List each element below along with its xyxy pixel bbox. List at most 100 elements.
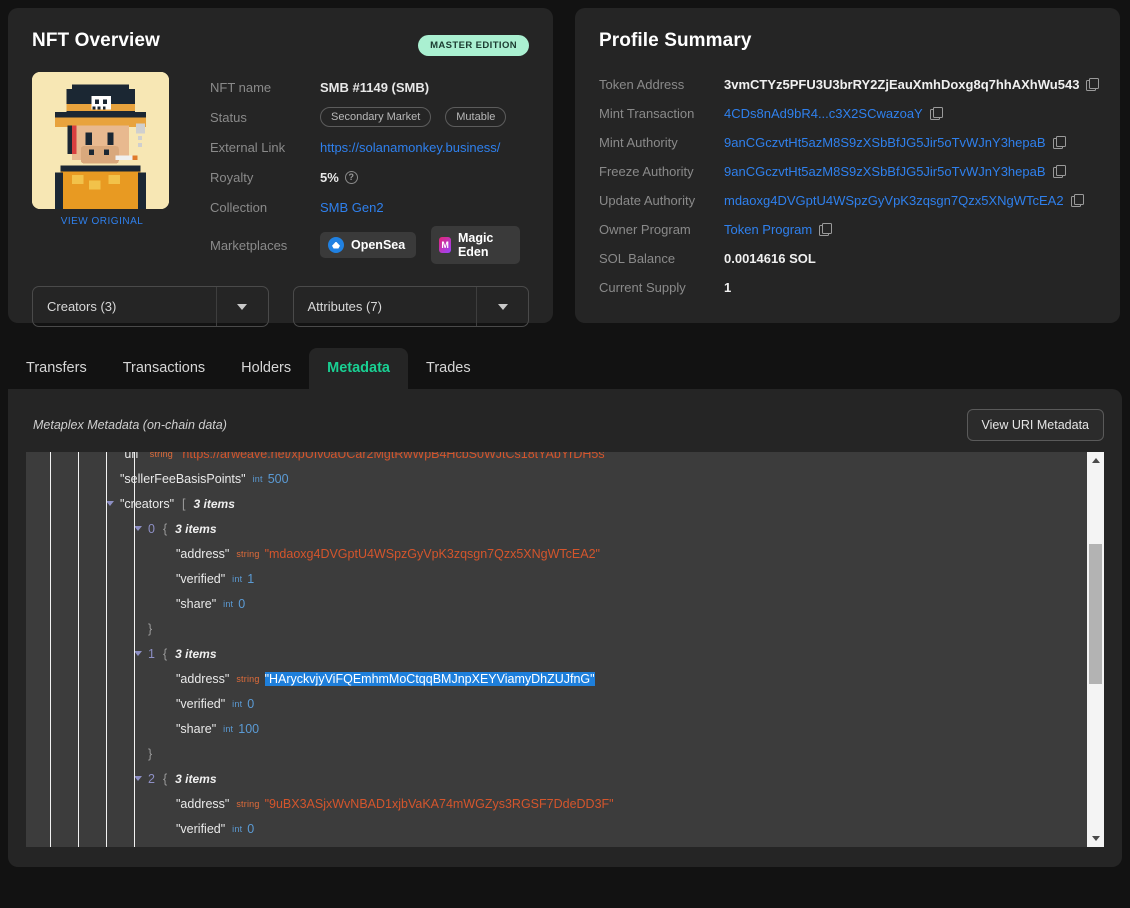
field-nft-name: NFT name SMB #1149 (SMB)	[210, 72, 529, 102]
json-key: "address"	[176, 672, 229, 686]
nft-detail-page: NFT Overview MASTER EDITION	[0, 0, 1130, 908]
nft-artwork-thumbnail[interactable]	[32, 72, 169, 209]
json-bracket: {	[163, 522, 167, 536]
nft-overview-card: NFT Overview MASTER EDITION	[8, 8, 553, 323]
profile-row-value[interactable]: 4CDs8nAd9bR4...c3X2SCwazoaY	[724, 106, 942, 121]
tab-metadata[interactable]: Metadata	[309, 348, 408, 389]
json-collapse-arrow-icon[interactable]	[134, 776, 142, 781]
profile-row-value[interactable]: Token Program	[724, 222, 831, 237]
scroll-down-button[interactable]	[1087, 830, 1104, 847]
value-external-link[interactable]: https://solanamonkey.business/	[320, 140, 500, 155]
json-array-index: 2	[148, 772, 155, 786]
json-value[interactable]: 0	[238, 597, 245, 611]
tab-transfers[interactable]: Transfers	[8, 348, 105, 389]
value-marketplaces: OpenSea Magic Eden	[320, 226, 529, 264]
json-key: "verified"	[176, 822, 225, 836]
profile-row-label: SOL Balance	[599, 251, 724, 266]
profile-row: Mint Authority9anCGczvtHt5azM8S9zXSbBfJG…	[599, 128, 1096, 157]
copy-icon[interactable]	[1053, 165, 1065, 178]
json-scrollbar[interactable]	[1087, 452, 1104, 847]
creators-dropdown-toggle[interactable]	[216, 287, 268, 326]
value-collection[interactable]: SMB Gen2	[320, 200, 384, 215]
json-item-count: 3 items	[194, 497, 235, 511]
json-value[interactable]: 0	[247, 697, 254, 711]
tab-trades[interactable]: Trades	[408, 348, 489, 389]
profile-row-value[interactable]: 9anCGczvtHt5azM8S9zXSbBfJG5Jir5oTvWJnY3h…	[724, 135, 1065, 150]
opensea-icon	[328, 237, 344, 253]
profile-row: Update Authoritymdaoxg4DVGptU4WSpzGyVpK3…	[599, 186, 1096, 215]
json-type-label: int	[223, 724, 233, 734]
profile-summary-title: Profile Summary	[599, 30, 1096, 52]
json-key: "share"	[176, 847, 216, 848]
json-line: "verified"int0	[26, 816, 1087, 841]
profile-summary-card: Profile Summary Token Address3vmCTYz5PFU…	[575, 8, 1120, 323]
profile-row-value[interactable]: 9anCGczvtHt5azM8S9zXSbBfJG5Jir5oTvWJnY3h…	[724, 164, 1065, 179]
json-bracket: {	[163, 772, 167, 786]
json-viewer: "uri"string"https://arweave.net/xpUIv0aU…	[26, 452, 1104, 847]
json-collapse-arrow-icon[interactable]	[106, 501, 114, 506]
detail-tabs: TransfersTransactionsHoldersMetadataTrad…	[0, 345, 1130, 389]
json-value[interactable]: 0	[247, 822, 254, 836]
label-marketplaces: Marketplaces	[210, 238, 320, 253]
attributes-dropdown[interactable]: Attributes (7)	[293, 286, 530, 327]
caret-up-icon	[1092, 458, 1100, 463]
json-value[interactable]: 0	[238, 847, 245, 848]
view-uri-metadata-button[interactable]: View URI Metadata	[967, 409, 1104, 441]
opensea-button[interactable]: OpenSea	[320, 232, 416, 258]
metadata-header: Metaplex Metadata (on-chain data) View U…	[26, 409, 1104, 441]
json-value[interactable]: 500	[268, 472, 289, 486]
profile-row-label: Mint Authority	[599, 135, 724, 150]
copy-icon[interactable]	[930, 107, 942, 120]
royalty-percent: 5%	[320, 170, 339, 185]
json-key: "address"	[176, 797, 229, 811]
json-value[interactable]: "9uBX3ASjxWvNBAD1xjbVaKA74mWGZys3RGSF7Dd…	[265, 797, 614, 811]
json-indent-guide	[78, 452, 79, 847]
opensea-label: OpenSea	[351, 238, 405, 252]
profile-row-label: Update Authority	[599, 193, 724, 208]
copy-icon[interactable]	[819, 223, 831, 236]
json-line: "creators"[3 items	[26, 491, 1087, 516]
json-bracket: [	[182, 497, 185, 511]
json-value-selected[interactable]: "HAryckvjyViFQEmhmMoCtqqBMJnpXEYViamyDhZ…	[265, 672, 595, 686]
view-original-link[interactable]: VIEW ORIGINAL	[32, 216, 172, 227]
magic-eden-button[interactable]: Magic Eden	[431, 226, 520, 264]
profile-row: Freeze Authority9anCGczvtHt5azM8S9zXSbBf…	[599, 157, 1096, 186]
json-line: "share"int0	[26, 591, 1087, 616]
tab-transactions[interactable]: Transactions	[105, 348, 223, 389]
scroll-up-button[interactable]	[1087, 452, 1104, 469]
json-line: "sellerFeeBasisPoints"int500	[26, 466, 1087, 491]
json-value[interactable]: 1	[247, 572, 254, 586]
help-icon[interactable]: ?	[345, 171, 358, 184]
nft-overview-body: VIEW ORIGINAL NFT name SMB #1149 (SMB) S…	[32, 72, 529, 264]
profile-row-value[interactable]: mdaoxg4DVGptU4WSpzGyVpK3zqsgn7Qzx5XNgWTc…	[724, 193, 1083, 208]
copy-icon[interactable]	[1053, 136, 1065, 149]
tab-holders[interactable]: Holders	[223, 348, 309, 389]
scrollbar-thumb[interactable]	[1089, 544, 1102, 684]
json-line: 2 {3 items	[26, 766, 1087, 791]
attributes-dropdown-toggle[interactable]	[476, 287, 528, 326]
json-collapse-arrow-icon[interactable]	[134, 651, 142, 656]
copy-icon[interactable]	[1071, 194, 1083, 207]
json-viewer-content: "uri"string"https://arweave.net/xpUIv0aU…	[26, 452, 1087, 847]
profile-row-value-text: 4CDs8nAd9bR4...c3X2SCwazoaY	[724, 106, 923, 121]
creators-dropdown[interactable]: Creators (3)	[32, 286, 269, 327]
label-royalty: Royalty	[210, 170, 320, 185]
json-type-label: string	[236, 549, 259, 559]
json-line: }	[26, 616, 1087, 641]
chevron-down-icon	[498, 304, 508, 310]
nft-fields: NFT name SMB #1149 (SMB) Status Secondar…	[210, 72, 529, 264]
master-edition-badge: MASTER EDITION	[418, 35, 529, 56]
nft-dropdowns: Creators (3) Attributes (7)	[32, 286, 529, 327]
profile-row-label: Mint Transaction	[599, 106, 724, 121]
copy-icon[interactable]	[1086, 78, 1098, 91]
json-collapse-arrow-icon[interactable]	[134, 526, 142, 531]
json-value[interactable]: "https://arweave.net/xpUIv0aUCar2MgtRwWp…	[178, 452, 609, 461]
profile-row: Token Address3vmCTYz5PFU3U3brRY2ZjEauXmh…	[599, 70, 1096, 99]
json-value[interactable]: "mdaoxg4DVGptU4WSpzGyVpK3zqsgn7Qzx5XNgWT…	[265, 547, 600, 561]
json-key: "address"	[176, 547, 229, 561]
status-badge-secondary-market: Secondary Market	[320, 107, 431, 127]
json-item-count: 3 items	[175, 772, 216, 786]
json-indent-guide	[50, 452, 51, 847]
json-value[interactable]: 100	[238, 722, 259, 736]
json-key: "verified"	[176, 572, 225, 586]
